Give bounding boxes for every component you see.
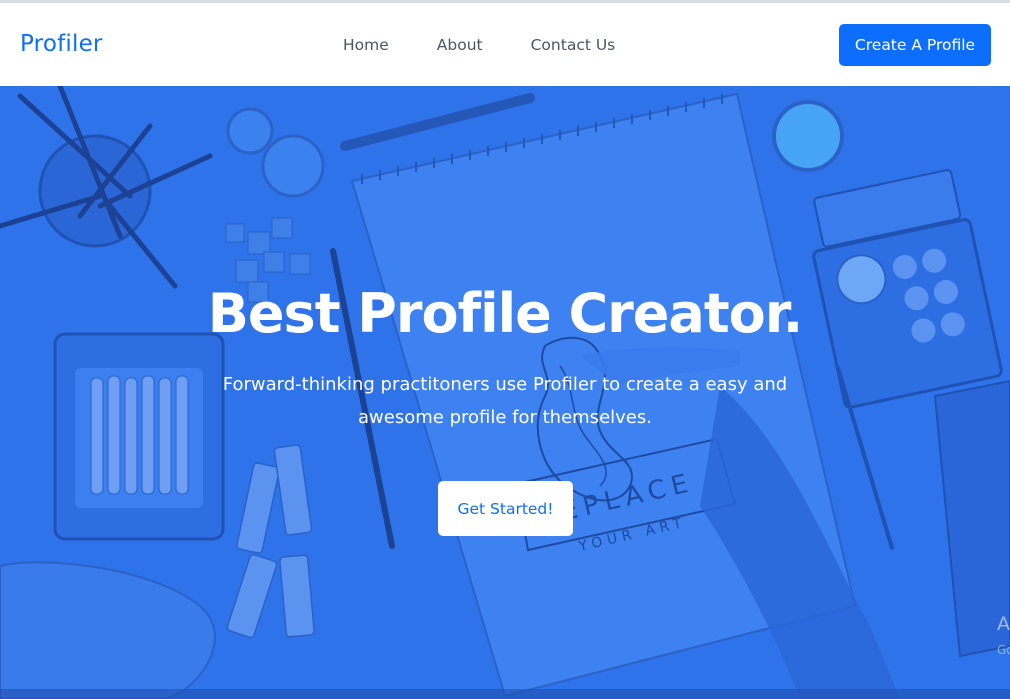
nav-links: Home About Contact Us (343, 36, 615, 54)
hero-title: Best Profile Creator. (207, 282, 803, 345)
nav-link-home[interactable]: Home (343, 36, 389, 54)
hero-subtitle: Forward-thinking practitoners use Profil… (222, 374, 788, 428)
hero-section: REPLACE YOUR ART Best Profile Creator. F… (0, 86, 1010, 699)
edge-text: A (997, 613, 1010, 635)
navbar: Profiler Home About Contact Us Create A … (0, 3, 1010, 86)
create-profile-button[interactable]: Create A Profile (839, 24, 991, 66)
edge-text-small: Go (997, 643, 1010, 657)
nav-link-contact[interactable]: Contact Us (531, 36, 616, 54)
get-started-button[interactable]: Get Started! (438, 481, 573, 536)
brand-logo[interactable]: Profiler (20, 31, 103, 57)
nav-link-about[interactable]: About (437, 36, 483, 54)
